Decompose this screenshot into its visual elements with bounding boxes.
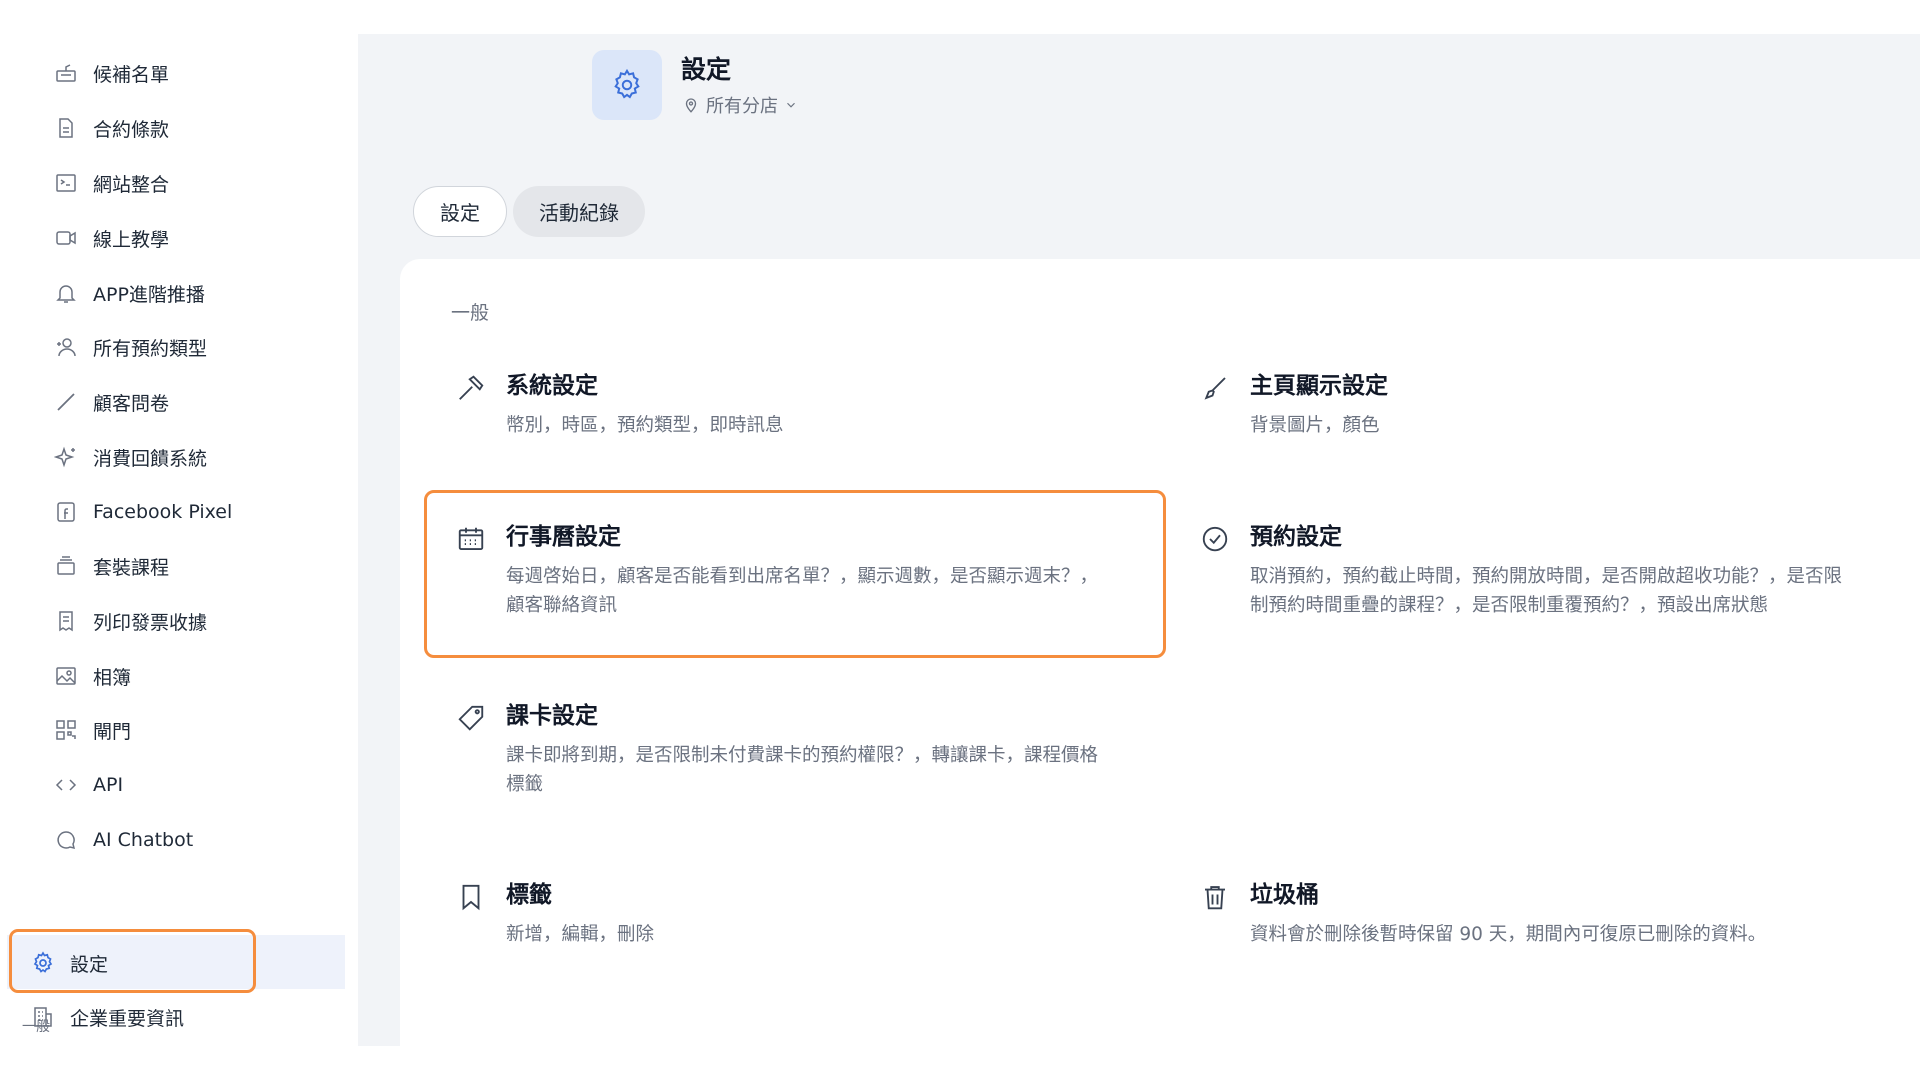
sidebar-item-online-class[interactable]: 線上教學 <box>53 218 169 258</box>
qr-code-icon <box>53 717 79 743</box>
check-circle-icon <box>1200 524 1230 554</box>
sidebar-item-contract[interactable]: 合約條款 <box>53 108 169 148</box>
sidebar-item-survey[interactable]: 顧客問卷 <box>53 382 169 422</box>
sidebar-item-label: 企業重要資訊 <box>70 1007 185 1030</box>
tag-icon <box>456 703 486 733</box>
setting-title: 垃圾桶 <box>1250 882 1319 908</box>
location-label: 所有分店 <box>706 96 778 117</box>
sidebar-item-rewards[interactable]: 消費回饋系統 <box>53 437 207 477</box>
building-icon <box>30 1004 56 1030</box>
chat-icon <box>53 827 79 853</box>
chevron-down-icon <box>784 98 798 112</box>
bookmark-icon <box>456 882 486 912</box>
sidebar-item-label: 所有預約類型 <box>93 337 208 360</box>
sidebar-item-album[interactable]: 相簿 <box>53 656 131 696</box>
setting-class-card[interactable]: 課卡設定 課卡即將到期，是否限制未付費課卡的預約權限？，轉讓課卡，課程價格 標籤 <box>456 701 1166 799</box>
sidebar-item-facebook-pixel[interactable]: Facebook Pixel <box>53 492 232 532</box>
location-selector[interactable]: 所有分店 <box>682 92 798 118</box>
sidebar-item-label: 顧客問卷 <box>93 392 170 415</box>
sidebar-item-api[interactable]: API <box>53 765 123 805</box>
sidebar-item-packages[interactable]: 套裝課程 <box>53 546 169 586</box>
sidebar-item-gate[interactable]: 閘門 <box>53 710 131 750</box>
sidebar-item-receipts[interactable]: 列印發票收據 <box>53 601 207 641</box>
tab-bar: 設定 活動紀錄 <box>413 186 645 237</box>
setting-title: 標籤 <box>506 882 552 908</box>
sidebar-item-booking-types[interactable]: 所有預約類型 <box>53 327 207 367</box>
setting-system[interactable]: 系統設定 幣別，時區，預約類型，即時訊息 <box>456 371 1156 440</box>
setting-desc: 背景圖片，顏色 <box>1250 415 1380 436</box>
sidebar-item-label: 候補名單 <box>93 63 170 86</box>
setting-desc: 取消預約，預約截止時間，預約開放時間，是否開啟超收功能？，是否限 <box>1250 566 1843 587</box>
sidebar-item-label: Facebook Pixel <box>93 501 233 523</box>
sparkle-icon <box>53 444 79 470</box>
sidebar-item-label: 線上教學 <box>93 228 170 251</box>
sidebar-item-label: 套裝課程 <box>93 556 170 579</box>
sidebar-item-label: API <box>93 774 124 796</box>
setting-desc: 課卡即將到期，是否限制未付費課卡的預約權限？，轉讓課卡，課程價格 <box>506 745 1099 766</box>
tab-activity-log[interactable]: 活動紀錄 <box>513 186 645 237</box>
pencil-icon <box>53 389 79 415</box>
setting-desc: 新增，編輯，刪除 <box>506 924 655 945</box>
sidebar-item-label: APP進階推播 <box>93 283 205 306</box>
page-title: 設定 <box>681 55 732 84</box>
setting-title: 課卡設定 <box>506 703 598 729</box>
settings-header-icon <box>592 50 662 120</box>
hammer-icon <box>456 373 486 403</box>
setting-trash[interactable]: 垃圾桶 資料會於刪除後暫時保留 90 天，期間內可復原已刪除的資料。 <box>1200 880 1900 949</box>
highlight-box-sidebar-settings <box>9 929 256 993</box>
brush-icon <box>1200 373 1230 403</box>
location-pin-icon <box>682 96 700 114</box>
setting-desc: 幣別，時區，預約類型，即時訊息 <box>506 415 784 436</box>
terminal-icon <box>53 170 79 196</box>
receipt-icon <box>53 608 79 634</box>
video-icon <box>53 225 79 251</box>
trash-icon <box>1200 882 1230 912</box>
setting-desc: 標籤 <box>506 774 544 795</box>
code-icon <box>53 772 79 798</box>
sidebar-item-ai-chatbot[interactable]: AI Chatbot <box>53 820 193 860</box>
facebook-icon <box>53 499 79 525</box>
setting-title: 預約設定 <box>1250 524 1342 550</box>
setting-tags[interactable]: 標籤 新增，編輯，刪除 <box>456 880 1156 949</box>
setting-title: 系統設定 <box>506 373 598 399</box>
sidebar-item-label: 閘門 <box>93 720 132 743</box>
setting-booking[interactable]: 預約設定 取消預約，預約截止時間，預約開放時間，是否開啟超收功能？，是否限 制預… <box>1200 522 1910 620</box>
sidebar-item-web-integration[interactable]: 網站整合 <box>53 163 169 203</box>
section-label-general: 一般 <box>451 302 490 324</box>
tab-settings[interactable]: 設定 <box>413 186 507 237</box>
sidebar-item-label: 網站整合 <box>93 173 170 196</box>
document-icon <box>53 115 79 141</box>
setting-desc: 制預約時間重疊的課程？，是否限制重覆預約？，預設出席狀態 <box>1250 595 1769 616</box>
user-add-icon <box>53 334 79 360</box>
setting-title: 主頁顯示設定 <box>1250 373 1388 399</box>
setting-desc: 資料會於刪除後暫時保留 90 天，期間內可復原已刪除的資料。 <box>1250 924 1767 945</box>
waitlist-icon <box>53 60 79 86</box>
highlight-box-calendar-setting <box>424 490 1166 658</box>
sidebar-item-waitlist[interactable]: 候補名單 <box>53 53 169 93</box>
sidebar-item-label: 消費回饋系統 <box>93 447 208 470</box>
sidebar-item-business-info[interactable]: 企業重要資訊 <box>30 997 184 1037</box>
setting-homepage-display[interactable]: 主頁顯示設定 背景圖片，顏色 <box>1200 371 1900 440</box>
sidebar-item-label: 相簿 <box>93 666 132 689</box>
sidebar-item-push[interactable]: APP進階推播 <box>53 273 205 313</box>
sidebar-item-label: 合約條款 <box>93 118 170 141</box>
sidebar-item-label: AI Chatbot <box>93 829 194 851</box>
photo-album-icon <box>53 663 79 689</box>
sidebar-item-label: 列印發票收據 <box>93 611 208 634</box>
package-icon <box>53 553 79 579</box>
bell-icon <box>53 280 79 306</box>
